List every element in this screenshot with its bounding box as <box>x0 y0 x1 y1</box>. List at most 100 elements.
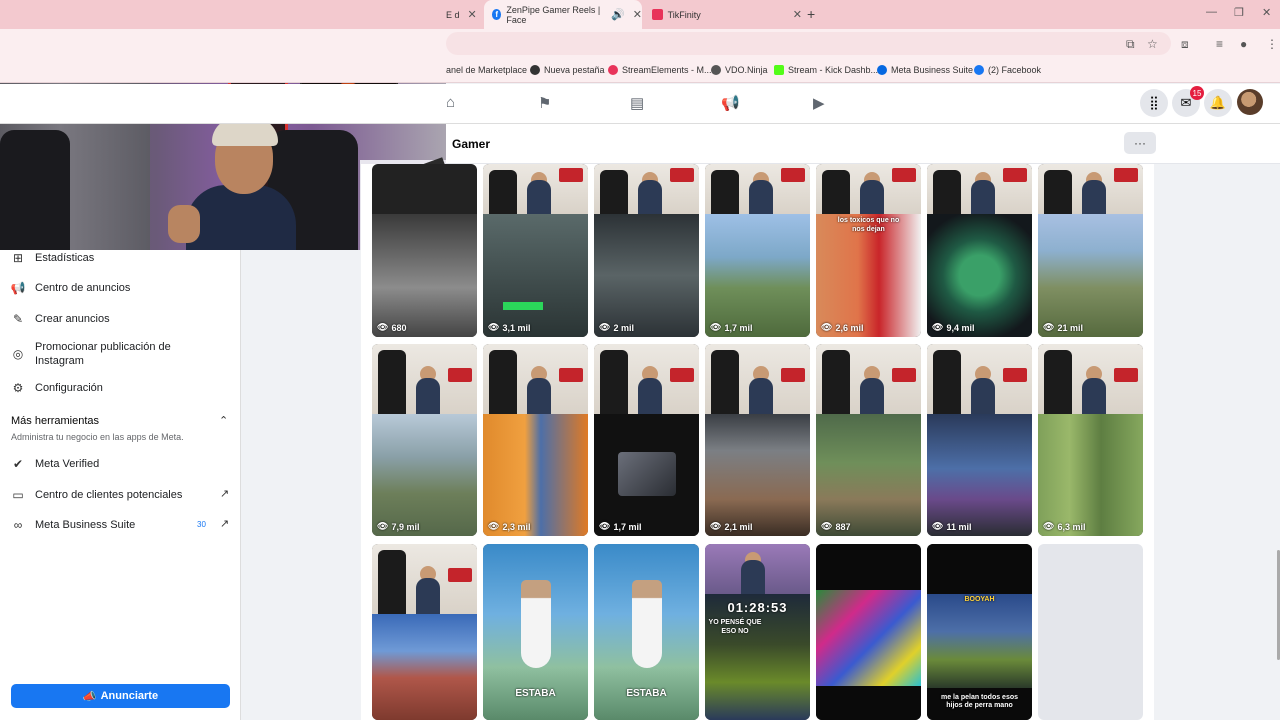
bookmark-vdo-ninja[interactable]: VDO.Ninja <box>711 65 768 75</box>
browser-address-bar: ⧉ ☆ ⧈ ≡ ● ⋮ <box>0 29 1280 58</box>
advertise-button[interactable]: 📣 Anunciarte <box>11 684 230 708</box>
megaphone-icon: 📣 <box>82 690 97 703</box>
reel-caption: me la pelan todos esos hijos de perra ma… <box>940 694 1019 709</box>
bookmark-label: Nueva pestaña <box>544 65 605 75</box>
view-count: 👁 2,6 mil <box>821 322 864 333</box>
reel-caption: BOOYAH <box>964 596 995 603</box>
eye-icon: 👁 <box>1043 521 1055 531</box>
bookmark-label: Stream - Kick Dashb... <box>788 65 879 75</box>
sidebar-item-label: Crear anuncios <box>35 313 110 325</box>
sidebar-item-centro-anuncios[interactable]: 📢 Centro de anuncios <box>10 280 131 296</box>
view-count: 👁 1,7 mil <box>599 521 642 532</box>
reel-thumbnail <box>927 414 1032 536</box>
home-icon[interactable]: ⌂ <box>446 94 455 111</box>
insights-icon[interactable]: ▤ <box>630 94 644 112</box>
megaphone-icon[interactable]: 📢 <box>721 94 740 112</box>
video-icon[interactable]: ▶ <box>813 94 825 112</box>
reel-card[interactable]: los toxicos que no nos dejan 👁 2,6 mil <box>816 164 921 337</box>
reel-card[interactable]: 👁 2 mil <box>594 164 699 337</box>
install-icon[interactable]: ⧉ <box>1126 37 1135 52</box>
reel-card[interactable]: ESTABA <box>594 544 699 720</box>
more-options-button[interactable]: ··· <box>1124 132 1156 154</box>
sidebar-item-configuracion[interactable]: ⚙ Configuración <box>10 380 103 396</box>
sidebar-item-label: Estadísticas <box>35 252 95 264</box>
eye-icon: 👁 <box>1043 322 1055 332</box>
sidebar-item-promocionar-instagram[interactable]: ◎ Promocionar publicación de Instagram <box>10 340 210 368</box>
reel-card[interactable]: 👁 680 <box>372 164 477 337</box>
reel-webcam-strip <box>705 544 810 596</box>
minimize-icon[interactable]: — <box>1206 6 1217 18</box>
tab-zenpipe-reels[interactable]: f ZenPipe Gamer Reels | Face 🔊 ✕ <box>484 0 642 29</box>
bookmark-label: StreamElements - M... <box>622 65 712 75</box>
bookmark-streamelements[interactable]: StreamElements - M... <box>608 65 712 75</box>
media-icon[interactable]: ≡ <box>1216 37 1223 51</box>
close-icon[interactable]: ✕ <box>793 8 802 21</box>
reel-card[interactable]: 👁 3,1 mil <box>483 164 588 337</box>
notifications-icon[interactable]: 🔔 <box>1204 89 1232 117</box>
reel-card[interactable]: 👁 887 <box>816 344 921 536</box>
omnibox[interactable] <box>446 32 1171 55</box>
reel-card[interactable]: ESTABA <box>483 544 588 720</box>
reel-webcam-strip <box>927 164 1032 216</box>
sidebar-item-label: Configuración <box>35 382 103 394</box>
extensions-icon[interactable]: ⧈ <box>1181 37 1189 52</box>
page-header: Gamer ··· <box>446 124 1280 164</box>
restore-icon[interactable]: ❐ <box>1234 6 1244 19</box>
reel-card[interactable]: 👁 7,9 mil <box>372 344 477 536</box>
reel-card[interactable]: 👁 11 mil <box>927 344 1032 536</box>
sidebar-item-meta-business-suite[interactable]: ∞ Meta Business Suite <box>10 517 136 533</box>
reel-card[interactable]: 👁 2,3 mil <box>483 344 588 536</box>
reel-caption: YO PENSÉ QUE ESO NO <box>708 619 762 635</box>
reel-character-dress <box>632 580 662 668</box>
reel-webcam-strip <box>483 344 588 414</box>
tab-tikfinity[interactable]: TikFinity ✕ <box>644 0 802 29</box>
reel-card-loading <box>1038 544 1143 720</box>
streamelements-icon <box>608 65 618 75</box>
reel-card[interactable]: 👁 1,7 mil <box>705 164 810 337</box>
reel-webcam-strip <box>483 164 588 216</box>
apps-grid-icon[interactable]: ⣿ <box>1140 89 1168 117</box>
speaker-icon[interactable]: 🔊 <box>611 8 625 21</box>
sidebar: ⊞ Estadísticas 📢 Centro de anuncios ✎ Cr… <box>0 250 241 720</box>
new-tab-button[interactable]: + <box>807 6 815 22</box>
eye-icon: 👁 <box>599 322 611 332</box>
sidebar-item-crear-anuncios[interactable]: ✎ Crear anuncios <box>10 311 110 327</box>
avatar[interactable] <box>1237 89 1263 115</box>
webcam-person-body <box>186 185 296 250</box>
reel-webcam-strip <box>927 344 1032 414</box>
reel-webcam-strip <box>1038 164 1143 216</box>
reel-thumbnail <box>483 414 588 536</box>
reel-card[interactable] <box>372 544 477 720</box>
bookmark-label: VDO.Ninja <box>725 65 768 75</box>
close-icon[interactable]: ✕ <box>468 8 477 21</box>
reel-card[interactable]: 01:28:53 YO PENSÉ QUE ESO NO <box>705 544 810 720</box>
reel-card[interactable] <box>816 544 921 720</box>
reel-thumbnail <box>372 414 477 536</box>
profile-icon[interactable]: ● <box>1240 37 1247 51</box>
reel-card[interactable]: 👁 9,4 mil <box>927 164 1032 337</box>
close-icon[interactable]: ✕ <box>633 8 642 21</box>
menu-icon[interactable]: ⋮ <box>1266 37 1278 51</box>
sidebar-item-clientes-potenciales[interactable]: ▭ Centro de clientes potenciales <box>10 487 182 503</box>
flag-icon[interactable]: ⚑ <box>538 94 551 112</box>
reel-card[interactable]: 👁 2,1 mil <box>705 344 810 536</box>
reel-caption: ESTABA <box>626 688 667 699</box>
reel-card[interactable]: 👁 21 mil <box>1038 164 1143 337</box>
bookmark-meta-business-suite[interactable]: Meta Business Suite <box>877 65 973 75</box>
bookmark-marketplace[interactable]: anel de Marketplace <box>446 65 527 75</box>
chevron-up-icon[interactable]: ⌃ <box>219 414 228 427</box>
reel-card[interactable]: BOOYAH me la pelan todos esos hijos de p… <box>927 544 1032 720</box>
bookmark-star-icon[interactable]: ☆ <box>1147 37 1158 51</box>
sidebar-item-meta-verified[interactable]: ✔ Meta Verified <box>10 456 99 472</box>
close-window-icon[interactable]: ✕ <box>1262 6 1271 19</box>
tab-previous[interactable]: E d ✕ <box>446 0 482 29</box>
reel-card[interactable]: 👁 6,3 mil <box>1038 344 1143 536</box>
bookmark-facebook[interactable]: (2) Facebook <box>974 65 1041 75</box>
eye-icon: 👁 <box>488 521 500 531</box>
sidebar-item-estadisticas[interactable]: ⊞ Estadísticas <box>10 250 94 266</box>
megaphone-icon: 📢 <box>10 281 26 295</box>
view-count: 👁 887 <box>821 521 851 532</box>
bookmark-kick[interactable]: Stream - Kick Dashb... <box>774 65 878 75</box>
reel-card[interactable]: 👁 1,7 mil <box>594 344 699 536</box>
bookmark-nueva-pestana[interactable]: Nueva pestaña <box>530 65 605 75</box>
